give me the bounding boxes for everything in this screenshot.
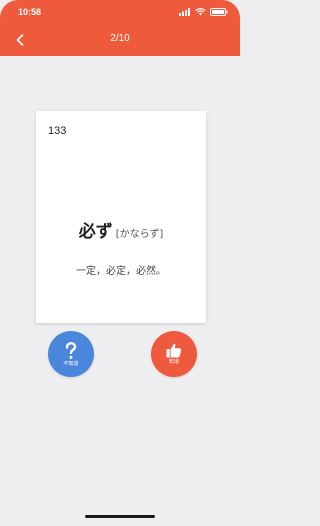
status-icons: [179, 7, 228, 17]
home-indicator[interactable]: [85, 515, 155, 518]
word-reading: [かならず]: [115, 229, 164, 240]
card-number: 133: [48, 125, 67, 137]
dont-know-button[interactable]: 不知道: [48, 331, 94, 377]
status-bar: 10:58: [0, 0, 240, 22]
page-progress-title: 2/10: [110, 33, 130, 44]
know-label: 知道: [168, 359, 179, 365]
status-time: 10:58: [18, 7, 42, 17]
flashcard[interactable]: 133 必ず [かならず] 一定，必定，必然。: [36, 111, 206, 323]
word-row: 必ず [かならず]: [36, 217, 206, 242]
vocabulary-word: 必ず: [78, 222, 113, 242]
know-button[interactable]: 知道: [151, 331, 197, 377]
wifi-icon: [195, 8, 206, 16]
phone-screen: 10:58 2/10 133 必ず [かならず] 一定，必定，必然。 不知道 知…: [0, 0, 240, 526]
thumbs-up-icon: [166, 343, 182, 358]
nav-bar: 2/10: [0, 26, 240, 54]
question-icon: [65, 341, 77, 359]
word-meaning: 一定，必定，必然。: [76, 266, 166, 277]
cellular-signal-icon: [179, 8, 190, 16]
header: 10:58 2/10: [0, 0, 240, 56]
battery-icon: [210, 8, 228, 16]
dont-know-label: 不知道: [63, 360, 79, 367]
